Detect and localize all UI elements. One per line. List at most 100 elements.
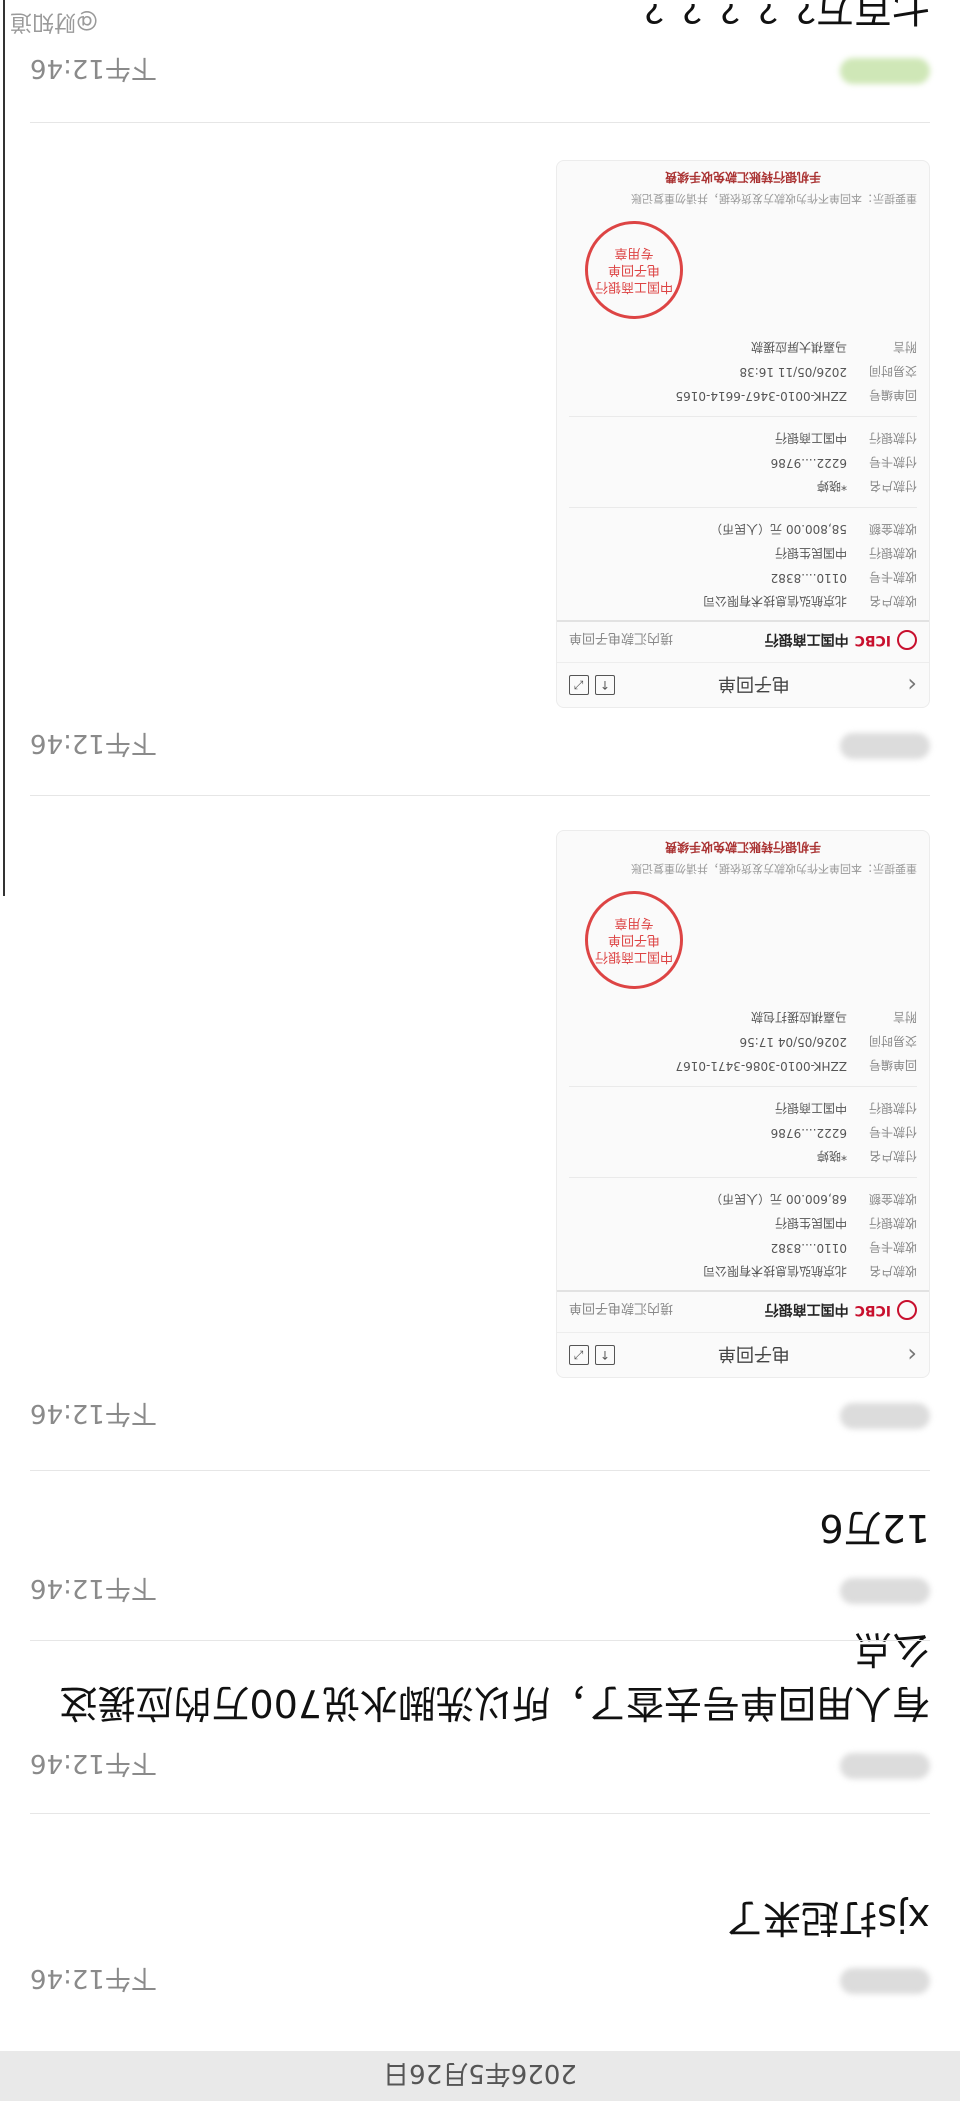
- receipt-footer: 手机银行转账汇款免收手续费: [665, 840, 822, 854]
- receipt-header-title: 电子回单: [718, 1343, 790, 1364]
- field-label: 附言: [892, 340, 917, 355]
- sender-name-blurred: [840, 1403, 930, 1429]
- chevron-left-icon[interactable]: ‹: [893, 1341, 917, 1369]
- field-label: 回单编号: [868, 388, 917, 403]
- divider: [30, 1640, 930, 1641]
- field-label: 收款银行: [868, 546, 917, 561]
- payer-account: 6222....9786: [770, 1126, 847, 1140]
- message-text: xjs打起来了: [725, 1896, 930, 1940]
- message-time: 下午12:46: [30, 1398, 157, 1429]
- field-label: 收款卡号: [868, 570, 917, 585]
- seal-text: 中国工商银行: [595, 279, 674, 295]
- field-label: 收款银行: [868, 1216, 917, 1231]
- remark: 马嘉祺大屏应援款: [750, 340, 847, 355]
- message-time: 下午12:46: [30, 728, 157, 759]
- field-label: 收款金额: [868, 522, 917, 537]
- seal-text: 中国工商银行: [595, 949, 674, 965]
- share-icon[interactable]: ↑: [595, 675, 615, 695]
- field-label: 付款卡号: [868, 1125, 917, 1140]
- seal-text: 电子回单: [608, 262, 661, 278]
- receipt-header: ‹ 电子回单 ↑ ⤢: [557, 662, 929, 707]
- bank-name: 中国工商银行: [764, 631, 849, 647]
- date-divider-text: 2026年5月26日: [383, 2058, 577, 2089]
- field-label: 回单编号: [868, 1058, 917, 1073]
- divider: [30, 122, 930, 123]
- sender-name-blurred: [840, 1968, 930, 1994]
- expand-icon[interactable]: ⤢: [569, 675, 589, 695]
- receipt-type: 境内汇款电子回单: [569, 630, 674, 646]
- edge-line: [3, 0, 5, 896]
- payer-name: *晓婷: [816, 479, 847, 494]
- message-time: 下午12:46: [30, 1963, 157, 1994]
- receipt-number: ZZHK-0010-3086-3471-0167: [675, 1059, 847, 1073]
- message-time: 下午12:46: [30, 1748, 157, 1779]
- sender-name-blurred: [840, 733, 930, 759]
- icbc-mark-icon: [897, 1300, 917, 1320]
- payer-name: *晓婷: [816, 1149, 847, 1164]
- chevron-left-icon[interactable]: ‹: [893, 671, 917, 699]
- official-seal: 中国工商银行 电子回单 专用章: [585, 221, 683, 319]
- remark: 马嘉祺应援打包款: [750, 1010, 847, 1025]
- bank-abbr: ICBC: [854, 1302, 891, 1318]
- field-label: 收款户名: [868, 594, 917, 609]
- payer-bank: 中国工商银行: [774, 1101, 847, 1116]
- payee-bank: 中国民生银行: [774, 546, 847, 561]
- field-label: 付款卡号: [868, 455, 917, 470]
- transaction-time: 2026/05/11 16:38: [739, 365, 847, 379]
- amount: 58,800.00 元（人民币）: [710, 522, 847, 537]
- receipt-header: ‹ 电子回单 ↑ ⤢: [557, 1332, 929, 1377]
- seal-text: 电子回单: [608, 932, 661, 948]
- payer-bank: 中国工商银行: [774, 431, 847, 446]
- sender-name-blurred: [840, 1578, 930, 1604]
- receipt-tip: 重要提示：本回单不作为收款方发货依据，并请勿重复记账: [631, 192, 917, 205]
- message-text: 七百万？？？？？: [625, 0, 930, 30]
- field-label: 交易时间: [868, 364, 917, 379]
- transaction-time: 2026/05/04 17:56: [739, 1035, 847, 1049]
- expand-icon[interactable]: ⤢: [569, 1345, 589, 1365]
- divider: [30, 1813, 930, 1814]
- receipt-image[interactable]: ‹ 电子回单 ↑ ⤢ ICBC 中国工商银行 境内汇款电子回单 收款户名 北京航弘信息…: [556, 160, 930, 708]
- field-label: 附言: [892, 1010, 917, 1025]
- payer-account: 6222....9786: [770, 456, 847, 470]
- payee-account: 0110....8382: [770, 1241, 847, 1255]
- message-item[interactable]: 下午12:46 ‹ 电子回单 ↑ ⤢ ICBC 中国工商银行 境内汇款电子回单 收款…: [30, 160, 930, 766]
- receipt-image[interactable]: ‹ 电子回单 ↑ ⤢ ICBC 中国工商银行 境内汇款电子回单 收款户名 北京航弘信息…: [556, 830, 930, 1378]
- field-label: 收款户名: [868, 1264, 917, 1279]
- chat-screen: 2026年5月26日 下午12:46 xjs打起来了 下午12:46 有人用回单…: [0, 0, 960, 2101]
- watermark: @财知道: [10, 9, 99, 34]
- message-text: 有人用回单号去查了，所以洗脚水说700万的应援这么点: [59, 1627, 930, 1725]
- date-divider: 2026年5月26日: [0, 2051, 960, 2101]
- payee-account: 0110....8382: [770, 571, 847, 585]
- official-seal: 中国工商银行 电子回单 专用章: [585, 891, 683, 989]
- message-item[interactable]: 下午12:46 七百万？？？？？: [30, 0, 930, 91]
- payee-bank: 中国民生银行: [774, 1216, 847, 1231]
- receipt-tip: 重要提示：本回单不作为收款方发货依据，并请勿重复记账: [631, 862, 917, 875]
- payee-name: 北京航弘信息技术有限公司: [702, 594, 847, 609]
- seal-text: 专用章: [614, 245, 654, 261]
- icbc-mark-icon: [897, 630, 917, 650]
- bank-abbr: ICBC: [854, 632, 891, 648]
- amount: 68,600.00 元（人民币）: [710, 1192, 847, 1207]
- message-item[interactable]: 下午12:46 12万6: [30, 1501, 930, 1611]
- message-text: 12万6: [819, 1506, 930, 1550]
- bank-logo: ICBC 中国工商银行: [765, 630, 917, 650]
- receipt-footer: 手机银行转账汇款免收手续费: [665, 170, 822, 184]
- receipt-header-title: 电子回单: [718, 673, 790, 694]
- sender-name-blurred: [840, 58, 930, 84]
- message-time: 下午12:46: [30, 53, 157, 84]
- field-label: 付款户名: [868, 479, 917, 494]
- message-item[interactable]: 下午12:46 有人用回单号去查了，所以洗脚水说700万的应援这么点: [30, 1622, 930, 1786]
- divider: [30, 795, 930, 796]
- field-label: 交易时间: [868, 1034, 917, 1049]
- field-label: 收款卡号: [868, 1240, 917, 1255]
- message-item[interactable]: 下午12:46 xjs打起来了: [30, 1891, 930, 2001]
- bank-name: 中国工商银行: [764, 1301, 849, 1317]
- field-label: 付款户名: [868, 1149, 917, 1164]
- sender-name-blurred: [840, 1753, 930, 1779]
- receipt-type: 境内汇款电子回单: [569, 1300, 674, 1316]
- receipt-number: ZZHK-0010-3467-6614-0165: [675, 389, 847, 403]
- payee-name: 北京航弘信息技术有限公司: [702, 1264, 847, 1279]
- share-icon[interactable]: ↑: [595, 1345, 615, 1365]
- bank-logo: ICBC 中国工商银行: [765, 1300, 917, 1320]
- message-item[interactable]: 下午12:46 ‹ 电子回单 ↑ ⤢ ICBC 中国工商银行 境内汇款电子回单 收款…: [30, 830, 930, 1436]
